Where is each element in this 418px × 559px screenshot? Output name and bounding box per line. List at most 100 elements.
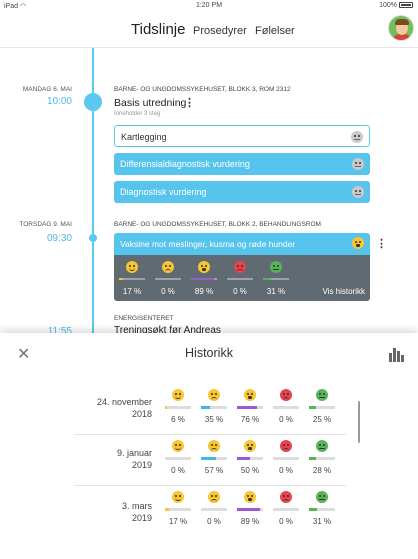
- event-location: ENERGISENTERET: [114, 315, 174, 322]
- sick-emoji-icon: [262, 260, 290, 278]
- more-options-icon[interactable]: ⋮: [376, 237, 387, 250]
- tab-tidslinje[interactable]: Tidslinje: [131, 21, 185, 38]
- history-row: 24. november 2018 6 % 35 % 76 % 0 % 25 %: [74, 384, 346, 435]
- step-label: Kartlegging: [121, 132, 167, 142]
- scared-emoji-icon: [236, 490, 264, 508]
- feeling-percent: 31 %: [312, 517, 332, 526]
- history-sheet: ✕ Historikk 24. november 2018 6 % 35 % 76 %…: [0, 333, 418, 559]
- feelings-panel: 17 % 0 % 89 % 0 % 31 % Vis historikk: [114, 255, 370, 301]
- neutral-emoji-icon: [351, 131, 363, 143]
- bar-chart-icon[interactable]: [388, 346, 404, 362]
- history-row: 9. januar 2019 0 % 57 % 50 % 0 % 28 %: [74, 435, 346, 486]
- happy-emoji-icon: [118, 260, 146, 278]
- feeling-percent: 25 %: [312, 415, 332, 424]
- step-label: Differensialdiagnostisk vurdering: [120, 159, 250, 169]
- feeling-bar: [237, 406, 263, 409]
- battery-status: 100%: [379, 2, 413, 9]
- status-time: 1:20 PM: [195, 2, 223, 9]
- step-kartlegging[interactable]: Kartlegging: [114, 125, 370, 147]
- feeling-percent: 28 %: [312, 466, 332, 475]
- feeling-bar: [309, 406, 335, 409]
- event-time: 09:30: [46, 233, 72, 244]
- feeling-bar: [237, 508, 263, 511]
- history-date: 3. mars 2019: [121, 501, 152, 523]
- status-bar: iPad ◠ 1:20 PM 100%: [0, 0, 418, 12]
- happy-emoji-icon: [164, 490, 192, 508]
- scared-emoji-icon: [352, 237, 364, 249]
- happy-emoji-icon: [164, 439, 192, 457]
- feeling-percent: 0 %: [171, 466, 185, 475]
- history-row: 3. mars 2019 17 % 0 % 89 % 0 % 31 %: [74, 486, 346, 537]
- step-differensialdiagnostisk[interactable]: Differensialdiagnostisk vurdering: [114, 153, 370, 175]
- feeling-bar: [165, 508, 191, 511]
- feeling-percent: 17 %: [122, 287, 142, 296]
- timeline-marker: [89, 234, 97, 242]
- battery-icon: [399, 2, 413, 8]
- feeling-bar: [227, 278, 253, 280]
- scared-emoji-icon: [236, 439, 264, 457]
- feeling-bar: [309, 508, 335, 511]
- sad-emoji-icon: [200, 388, 228, 406]
- event-date: TORSDAG 9. MAI: [19, 221, 72, 228]
- step-label: Diagnostisk vurdering: [120, 187, 207, 197]
- angry-emoji-icon: [272, 388, 300, 406]
- feeling-percent: 31 %: [266, 287, 286, 296]
- sick-emoji-icon: [308, 388, 336, 406]
- event-title: Vaksine mot meslinger, kusma og røde hun…: [120, 239, 296, 249]
- sad-emoji-icon: [200, 490, 228, 508]
- feeling-bar: [165, 457, 191, 460]
- feeling-bar: [273, 406, 299, 409]
- feeling-bar: [201, 406, 227, 409]
- feeling-bar: [191, 278, 217, 280]
- scrollbar[interactable]: [358, 401, 360, 443]
- sick-emoji-icon: [308, 439, 336, 457]
- sad-emoji-icon: [200, 439, 228, 457]
- feeling-percent: 0 %: [161, 287, 175, 296]
- feeling-percent: 6 %: [171, 415, 185, 424]
- neutral-emoji-icon: [352, 186, 364, 198]
- sad-emoji-icon: [154, 260, 182, 278]
- feeling-percent: 89 %: [194, 287, 214, 296]
- history-date: 9. januar 2019: [116, 448, 152, 470]
- feeling-bar: [119, 278, 145, 280]
- more-options-icon[interactable]: ⋮: [184, 96, 195, 109]
- scared-emoji-icon: [190, 260, 218, 278]
- top-navigation: Tidslinje Prosedyrer Følelser: [0, 12, 418, 48]
- feeling-percent: 0 %: [279, 415, 293, 424]
- tab-prosedyrer[interactable]: Prosedyrer: [193, 25, 247, 37]
- angry-emoji-icon: [272, 439, 300, 457]
- timeline-marker: [84, 93, 102, 111]
- event-title-bar[interactable]: Vaksine mot meslinger, kusma og røde hun…: [114, 233, 370, 255]
- history-date: 24. november 2018: [96, 397, 152, 419]
- timeline-line: [92, 48, 94, 333]
- feeling-bar: [201, 457, 227, 460]
- feeling-percent: 76 %: [240, 415, 260, 424]
- angry-emoji-icon: [226, 260, 254, 278]
- feeling-bar: [237, 457, 263, 460]
- happy-emoji-icon: [164, 388, 192, 406]
- step-diagnostisk[interactable]: Diagnostisk vurdering: [114, 181, 370, 203]
- feeling-percent: 35 %: [204, 415, 224, 424]
- feeling-percent: 57 %: [204, 466, 224, 475]
- show-history-link[interactable]: Vis historikk: [322, 287, 365, 296]
- feeling-percent: 0 %: [279, 517, 293, 526]
- neutral-emoji-icon: [352, 158, 364, 170]
- event-time: 10:00: [46, 96, 72, 107]
- event-location: BARNE- OG UNGDOMSSYKEHUSET, BLOKK 3, ROM…: [114, 86, 291, 93]
- feeling-percent: 0 %: [233, 287, 247, 296]
- angry-emoji-icon: [272, 490, 300, 508]
- feeling-bar: [165, 406, 191, 409]
- tab-folelser[interactable]: Følelser: [255, 25, 295, 37]
- sick-emoji-icon: [308, 490, 336, 508]
- avatar[interactable]: [388, 15, 414, 41]
- event-title[interactable]: Basis utredning: [114, 97, 186, 109]
- scared-emoji-icon: [236, 388, 264, 406]
- feeling-bar: [263, 278, 289, 280]
- event-location: BARNE- OG UNGDOMSSYKEHUSET, BLOKK 2, BEH…: [114, 221, 321, 228]
- feeling-percent: 89 %: [240, 517, 260, 526]
- feeling-bar: [309, 457, 335, 460]
- feeling-percent: 0 %: [207, 517, 221, 526]
- feeling-bar: [155, 278, 181, 280]
- feeling-percent: 50 %: [240, 466, 260, 475]
- sheet-title: Historikk: [185, 346, 233, 360]
